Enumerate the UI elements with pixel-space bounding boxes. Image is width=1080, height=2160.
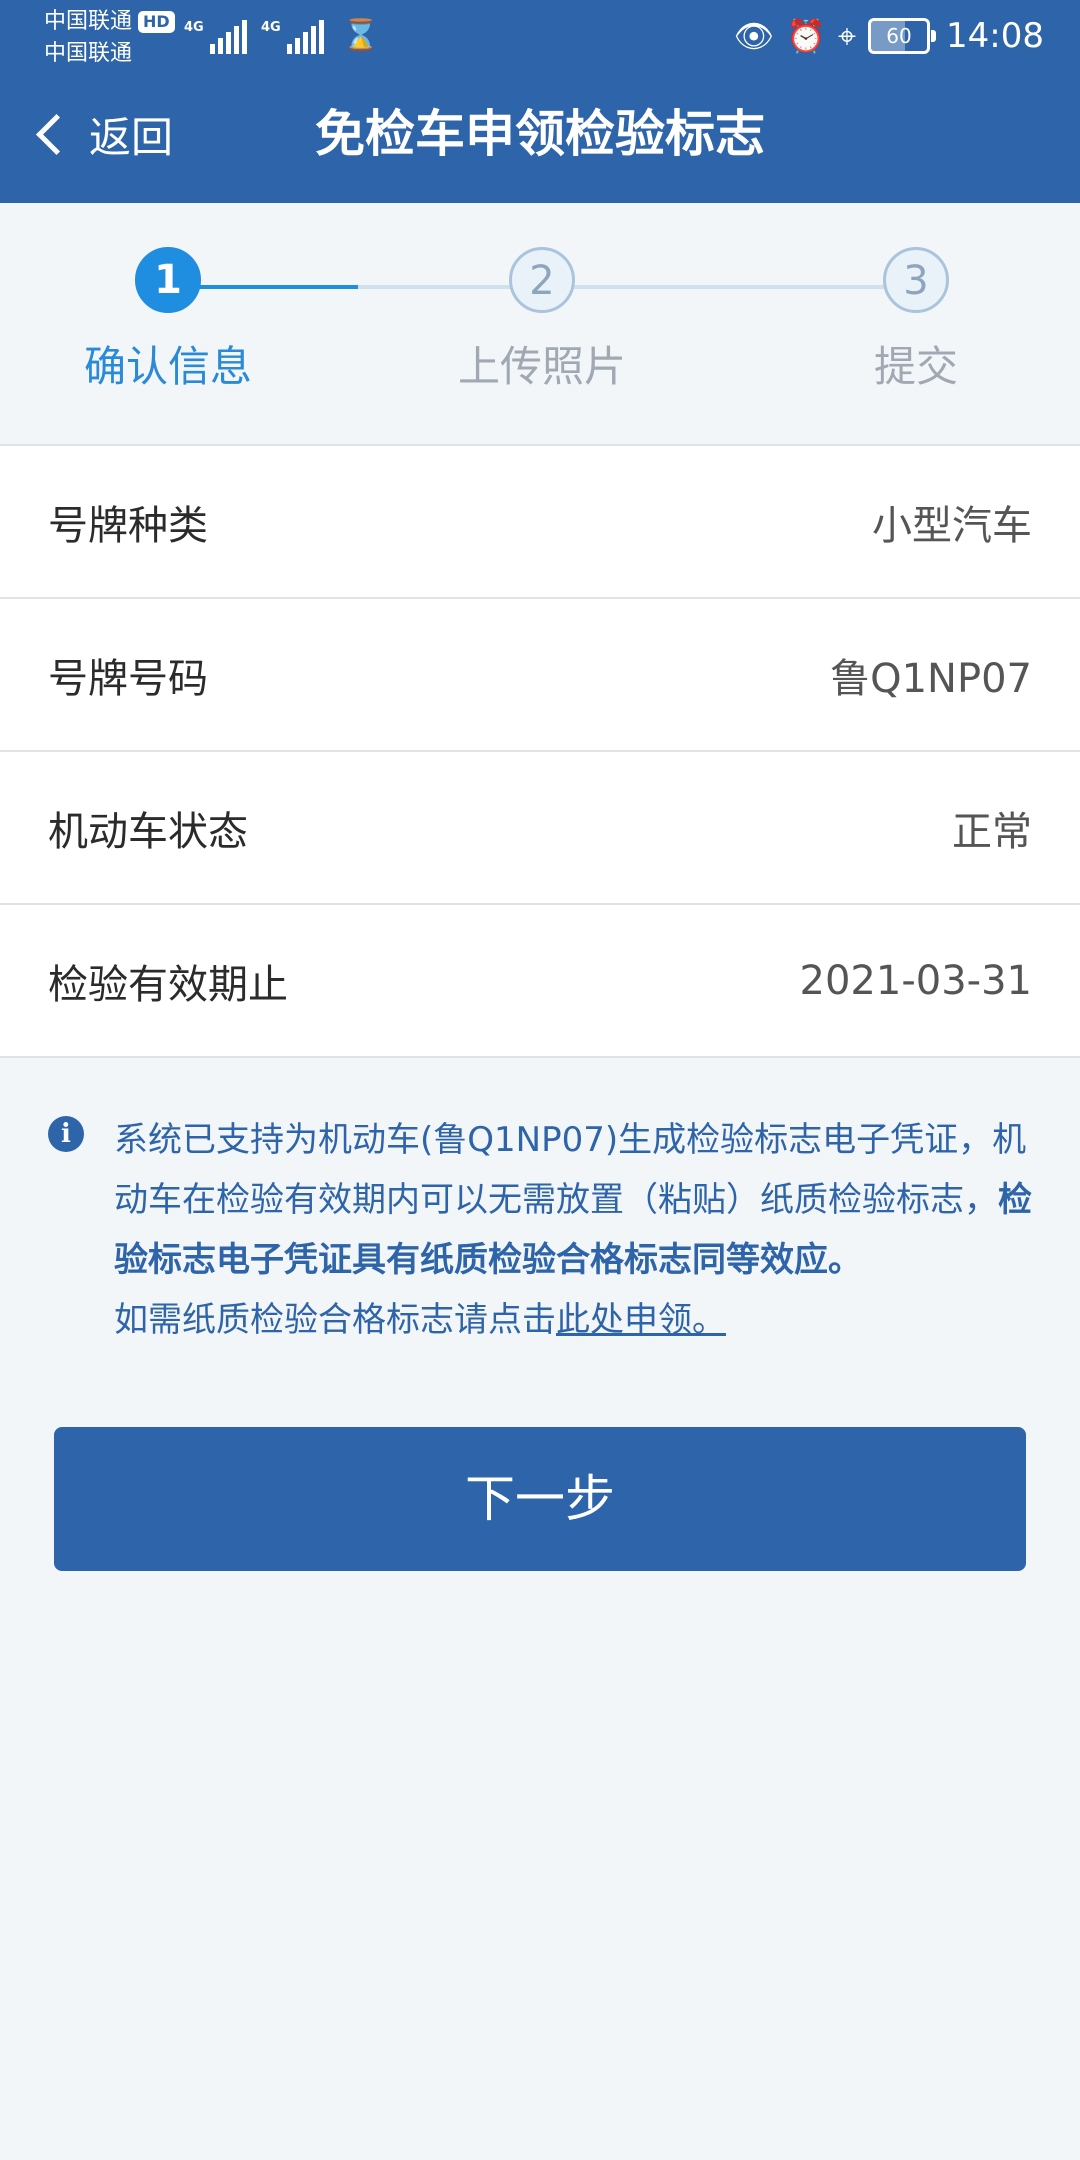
nav-bar: 返回 免检车申领检验标志: [0, 72, 1080, 203]
step-3-label: 提交: [873, 342, 958, 391]
info-row-plate-type: 号牌种类 小型汽车: [0, 446, 1080, 599]
signal-indicators: 4G 4G ⌛: [184, 14, 379, 54]
hd-badge: HD: [138, 11, 175, 33]
plate-type-label: 号牌种类: [48, 502, 208, 549]
info-icon: i: [48, 1116, 84, 1152]
vehicle-info-list: 号牌种类 小型汽车 号牌号码 鲁Q1NP07 机动车状态 正常 检验有效期止 2…: [0, 444, 1080, 1058]
info-row-vehicle-status: 机动车状态 正常: [0, 752, 1080, 905]
vehicle-status-label: 机动车状态: [48, 808, 248, 855]
network-1-label: 4G: [184, 20, 204, 35]
notice-text: 系统已支持为机动车(鲁Q1NP07)生成检验标志电子凭证，机动车在检验有效期内可…: [114, 1110, 1038, 1350]
notice-text-part2: 如需纸质检验合格标志请点击: [114, 1300, 556, 1340]
notice-text-part1: 系统已支持为机动车(鲁Q1NP07)生成检验标志电子凭证，机动车在检验有效期内可…: [114, 1120, 1027, 1220]
step-3: 3 提交: [796, 247, 1036, 394]
status-time: 14:08: [946, 16, 1044, 56]
status-bar: 中国联通 HD 中国联通 4G 4G ⌛ 👁 ⏰ ⌖ 60 14:08: [0, 0, 1080, 72]
step-2: 2 上传照片: [422, 247, 662, 394]
step-1: 1 确认信息: [48, 247, 288, 394]
info-row-plate-number: 号牌号码 鲁Q1NP07: [0, 599, 1080, 752]
page-title: 免检车申领检验标志: [315, 105, 765, 163]
inspection-expiry-value: 2021-03-31: [799, 957, 1032, 1004]
plate-type-value: 小型汽车: [872, 502, 1032, 549]
location-icon: ⌖: [837, 17, 857, 55]
step-2-label: 上传照片: [457, 342, 626, 391]
plate-number-value: 鲁Q1NP07: [830, 655, 1032, 702]
step-3-circle: 3: [883, 247, 949, 313]
next-step-button[interactable]: 下一步: [54, 1427, 1026, 1571]
status-right: 👁 ⏰ ⌖ 60 14:08: [734, 12, 1044, 60]
battery-level: 60: [886, 24, 912, 48]
inspection-expiry-label: 检验有效期止: [48, 961, 288, 1008]
signal-1-icon: 4G: [184, 18, 247, 54]
eye-icon: 👁: [733, 17, 775, 55]
signal-2-icon: 4G: [261, 18, 324, 54]
step-2-circle: 2: [509, 247, 575, 313]
notice-block: i 系统已支持为机动车(鲁Q1NP07)生成检验标志电子凭证，机动车在检验有效期…: [48, 1110, 1038, 1350]
app-header: 中国联通 HD 中国联通 4G 4G ⌛ 👁 ⏰ ⌖ 60 14:08 返回 免…: [0, 0, 1080, 203]
carrier-1-label: 中国联通: [44, 9, 133, 34]
step-1-label: 确认信息: [83, 342, 252, 391]
vehicle-status-value: 正常: [952, 808, 1032, 855]
info-row-inspection-expiry: 检验有效期止 2021-03-31: [0, 905, 1080, 1058]
step-indicator: 1 确认信息 2 上传照片 3 提交: [0, 203, 1080, 443]
carrier-2-label: 中国联通: [44, 41, 133, 66]
hourglass-icon: ⌛: [342, 18, 380, 53]
plate-number-label: 号牌号码: [48, 655, 208, 702]
network-2-label: 4G: [261, 20, 281, 35]
battery-icon: 60: [868, 18, 937, 54]
apply-here-link[interactable]: 此处申领。: [556, 1300, 726, 1340]
alarm-icon: ⏰: [786, 17, 826, 55]
step-1-circle: 1: [135, 247, 201, 313]
carrier-info: 中国联通 HD 中国联通: [44, 6, 175, 70]
